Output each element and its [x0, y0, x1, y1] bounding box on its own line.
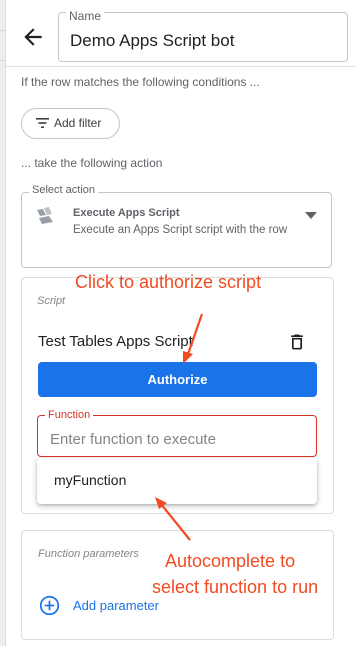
name-field-label: Name [66, 9, 105, 23]
add-filter-label[interactable]: Add filter [54, 116, 101, 130]
autocomplete-option[interactable]: myFunction [54, 472, 126, 488]
gutter-row-line [0, 60, 6, 61]
arrow-back-icon [24, 28, 42, 46]
add-circle-icon[interactable] [39, 595, 60, 616]
add-parameter-button[interactable]: Add parameter [73, 598, 159, 613]
trash-icon[interactable] [287, 332, 307, 352]
function-input-label: Function [45, 409, 94, 421]
authorize-button-label[interactable]: Authorize [38, 362, 317, 397]
action-hint: ... take the following action [21, 156, 163, 170]
name-field-value[interactable]: Demo Apps Script bot [70, 31, 234, 51]
dropdown-arrow-icon[interactable] [305, 212, 317, 220]
selected-action-title: Execute Apps Script [73, 207, 180, 219]
annotation-autocomplete-line2: select function to run [152, 577, 319, 597]
selected-action-description: Execute an Apps Script script with the r… [73, 224, 288, 236]
conditions-hint: If the row matches the following conditi… [21, 75, 260, 89]
sheet-gutter [0, 0, 6, 646]
script-name: Test Tables Apps Script [38, 333, 193, 350]
filter-list-icon [36, 118, 49, 128]
back-button[interactable] [20, 24, 46, 50]
annotation-authorize: Click to authorize script [75, 272, 262, 292]
gutter-row-line [0, 30, 6, 31]
function-input-placeholder[interactable]: Enter function to execute [50, 431, 216, 448]
annotation-autocomplete-line1: Autocomplete to [165, 551, 296, 571]
function-parameters-label: Function parameters [38, 548, 139, 560]
select-action-label: Select action [29, 184, 98, 196]
apps-script-icon [37, 207, 53, 224]
script-section-label: Script [37, 295, 66, 307]
header-divider [6, 66, 356, 67]
